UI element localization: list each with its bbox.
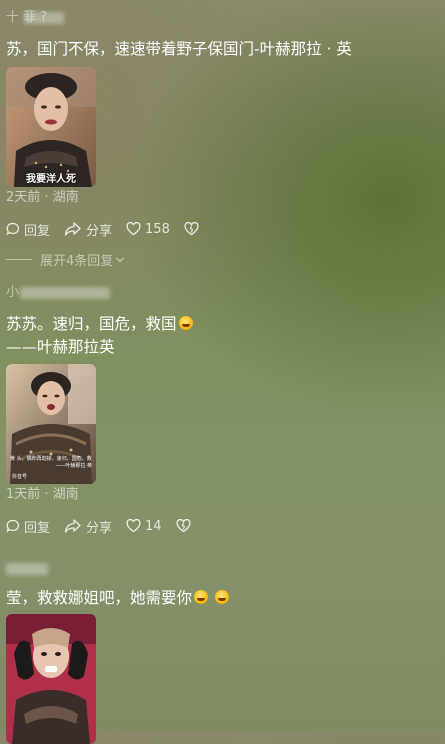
share-label: 分享 — [86, 223, 113, 239]
comment-image[interactable]: 黄 头，偶你再劫掠，速归，国危，救 ——叶赫那拉·英 抖音号 — [6, 364, 96, 484]
comment-text-line1: 苏苏。速归，国危，救国 — [6, 315, 177, 333]
username-blur — [20, 287, 110, 299]
comment-text: 莹，救救娜姐吧，她需要你 — [6, 587, 439, 610]
broken-heart-icon — [184, 222, 199, 236]
comment-actions: 回复 分享 158 — [6, 219, 439, 239]
heart-icon — [126, 222, 141, 236]
rolling-laughing-emoji — [194, 590, 209, 604]
expand-replies-button[interactable]: 展开4条回复 — [6, 250, 125, 269]
share-button[interactable]: 分享 — [64, 220, 112, 239]
comment-meta: 1天前 · 湖南 — [6, 487, 79, 502]
comment-username[interactable]: 十 菲 ? — [6, 9, 439, 27]
like-button[interactable]: 14 — [126, 519, 162, 534]
comment-text-line2: ——叶赫那拉英 — [6, 338, 115, 356]
heart-icon — [126, 519, 141, 533]
image-subtitle-line2: ——叶赫那拉·英 — [55, 463, 92, 469]
username-text: 小 — [6, 285, 20, 300]
rolling-laughing-emoji — [214, 590, 229, 604]
image-caption: 我要洋人死 — [26, 174, 76, 185]
share-arrow-icon — [64, 519, 81, 533]
broken-heart-icon — [176, 519, 191, 533]
comment-username[interactable] — [6, 560, 439, 578]
comment-image[interactable] — [6, 614, 96, 744]
comment-bubble-icon — [6, 519, 20, 533]
username-blur — [24, 12, 64, 24]
username-blur — [6, 563, 48, 575]
reply-button[interactable]: 回复 — [6, 517, 50, 536]
woman-portrait-image — [6, 67, 96, 187]
comment-actions: 回复 分享 14 — [6, 516, 439, 536]
like-count: 14 — [145, 518, 162, 534]
comment-meta: 2天前 · 湖南 — [6, 190, 79, 205]
smiling-face-emoji — [178, 316, 193, 330]
share-label: 分享 — [86, 520, 113, 536]
image-watermark: 抖音号 — [12, 474, 28, 480]
dislike-button[interactable] — [176, 519, 195, 533]
comment-text: 苏，国门不保，速速带着野子保国门-叶赫那拉 · 英 — [6, 40, 352, 58]
comment-username[interactable]: 小 — [6, 284, 439, 302]
reply-button[interactable]: 回复 — [6, 220, 50, 239]
comment-item: 小 苏苏。速归，国危，救国 ——叶赫那拉英 黄 头，偶你再劫掠，速归，国危，救 … — [6, 284, 439, 536]
comment-image[interactable]: 我要洋人死 — [6, 67, 96, 187]
comment-item: 十 菲 ? 苏，国门不保，速速带着野子保国门-叶赫那拉 · 英 我要洋人死 2天… — [6, 9, 439, 239]
comment-item: 莹，救救娜姐吧，她需要你 — [6, 560, 439, 744]
comment-text-line1: 莹，救救娜姐吧，她需要你 — [6, 589, 193, 607]
comment-text: 苏苏。速归，国危，救国 — [6, 313, 439, 336]
divider-line — [6, 259, 32, 260]
comment-bubble-icon — [6, 222, 20, 236]
chevron-down-icon — [116, 257, 125, 262]
reply-label: 回复 — [24, 520, 51, 536]
image-subtitle-line1: 黄 头，偶你再劫掠，速归，国危，救 — [10, 456, 92, 462]
share-arrow-icon — [64, 222, 81, 236]
image-subtitle: 黄 头，偶你再劫掠，速归，国危，救 ——叶赫那拉·英 — [10, 456, 92, 470]
dislike-button[interactable] — [184, 222, 203, 236]
reply-label: 回复 — [24, 223, 51, 239]
expand-replies-label: 展开4条回复 — [40, 254, 114, 269]
like-count: 158 — [145, 221, 170, 237]
like-button[interactable]: 158 — [126, 222, 170, 237]
share-button[interactable]: 分享 — [64, 517, 112, 536]
crying-woman-image — [6, 614, 96, 744]
